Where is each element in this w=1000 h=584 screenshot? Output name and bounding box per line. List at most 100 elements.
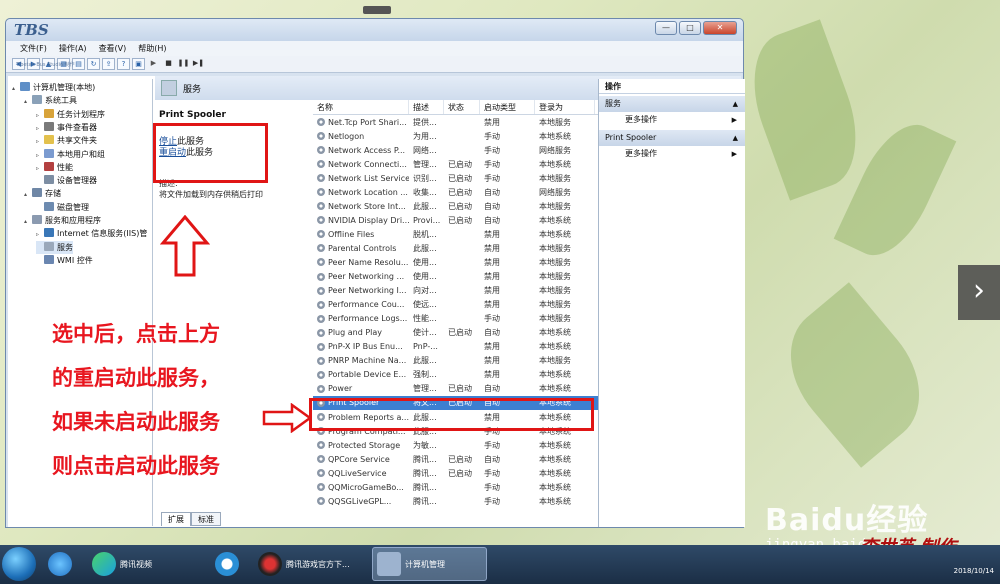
collapse-arrow-icon[interactable]: ▹ bbox=[36, 109, 44, 122]
view-icon[interactable]: ▣ bbox=[132, 58, 145, 70]
tab-standard[interactable]: 标准 bbox=[191, 512, 221, 526]
table-row[interactable]: Protected Storage 为敏... 手动 本地系统 bbox=[313, 438, 600, 452]
tree-item-label: 本地用户和组 bbox=[57, 149, 105, 159]
collapse-arrow-icon[interactable]: ▹ bbox=[36, 149, 44, 162]
table-cell: 已启动 bbox=[448, 468, 472, 478]
table-cell: 本地系统 bbox=[539, 384, 571, 394]
stop-service-icon[interactable]: ■ bbox=[162, 58, 175, 70]
table-row[interactable]: PnP-X IP Bus Enu... PnP-... 禁用 本地系统 bbox=[313, 340, 600, 354]
actions-section-services-label: 服务 bbox=[605, 99, 621, 108]
tree-item[interactable]: ▴ 系统工具 bbox=[24, 94, 77, 107]
tree-item[interactable]: 磁盘管理 bbox=[36, 201, 89, 214]
export-icon[interactable]: ⇪ bbox=[102, 58, 115, 70]
start-button[interactable] bbox=[2, 547, 36, 581]
column-logon-as[interactable]: 登录为 bbox=[535, 100, 595, 114]
table-cell: Peer Name Resolu... bbox=[313, 258, 409, 267]
browser-taskbar-icon[interactable] bbox=[215, 547, 243, 581]
collapse-arrow-icon[interactable]: ▹ bbox=[36, 135, 44, 148]
tree-item[interactable]: ▴ 计算机管理(本地) bbox=[12, 81, 95, 94]
table-cell: 禁用 bbox=[484, 356, 500, 366]
pause-service-icon[interactable]: ❚❚ bbox=[177, 58, 190, 70]
refresh-icon[interactable]: ↻ bbox=[87, 58, 100, 70]
tree-item[interactable]: 设备管理器 bbox=[36, 174, 97, 187]
table-cell: Network Access P... bbox=[313, 146, 409, 155]
table-row[interactable]: QPCore Service 腾讯... 已启动 自动 本地系统 bbox=[313, 452, 600, 466]
table-row[interactable]: Network Connecti... 管理... 已启动 手动 本地系统 bbox=[313, 157, 600, 171]
help-icon[interactable]: ? bbox=[117, 58, 130, 70]
start-service-icon[interactable]: ▶ bbox=[147, 58, 160, 70]
table-row[interactable]: Netlogon 为用... 手动 本地系统 bbox=[313, 129, 600, 143]
tree-item[interactable]: ▹ 本地用户和组 bbox=[36, 148, 105, 161]
table-row[interactable]: Net.Tcp Port Shari... 提供... 禁用 本地服务 bbox=[313, 115, 600, 129]
table-row[interactable]: Network Access P... 网络... 手动 网络服务 bbox=[313, 143, 600, 157]
table-row[interactable]: Performance Logs... 性能... 手动 本地服务 bbox=[313, 312, 600, 326]
table-cell: Net.Tcp Port Shari... bbox=[313, 118, 409, 127]
maximize-button[interactable]: □ bbox=[679, 21, 701, 35]
column-startup-type[interactable]: 启动类型 bbox=[480, 100, 535, 114]
more-actions-label: 更多操作 bbox=[625, 149, 657, 158]
tree-item[interactable]: ▴ 服务和应用程序 bbox=[24, 214, 101, 227]
table-row[interactable]: Plug and Play 使计... 已启动 自动 本地系统 bbox=[313, 326, 600, 340]
table-cell: 手动 bbox=[484, 159, 500, 169]
close-button[interactable]: ✕ bbox=[703, 21, 737, 35]
taskbar-item-computer-management[interactable]: 计算机管理 bbox=[372, 547, 487, 581]
ie-taskbar-icon[interactable] bbox=[48, 547, 76, 581]
tree-item[interactable]: ▹ 性能 bbox=[36, 161, 73, 174]
table-row[interactable]: Parental Controls 此服... 禁用 本地服务 bbox=[313, 241, 600, 255]
restart-service-icon[interactable]: ▶❚ bbox=[192, 58, 205, 70]
table-row[interactable]: Peer Networking ... 使用... 禁用 本地服务 bbox=[313, 270, 600, 284]
table-row[interactable]: Peer Name Resolu... 使用... 禁用 本地服务 bbox=[313, 255, 600, 269]
tree-item[interactable]: ▹ 事件查看器 bbox=[36, 121, 97, 134]
expand-arrow-icon[interactable]: ▴ bbox=[24, 188, 32, 201]
table-row[interactable]: Network Location ... 收集... 已启动 自动 网络服务 bbox=[313, 185, 600, 199]
table-row[interactable]: NVIDIA Display Dri... Provi... 已启动 自动 本地系统 bbox=[313, 213, 600, 227]
taskbar-item-tencent-video[interactable]: 腾讯视频 bbox=[92, 547, 202, 581]
expand-arrow-icon[interactable]: ▴ bbox=[12, 82, 20, 95]
table-row[interactable]: Network List Service 识别... 已启动 手动 本地服务 bbox=[313, 171, 600, 185]
table-row[interactable]: QQSGLiveGPL... 腾讯... 手动 本地系统 bbox=[313, 494, 600, 508]
tree-item[interactable]: WMI 控件 bbox=[36, 254, 93, 267]
actions-section-services[interactable]: 服务 ▲ bbox=[599, 96, 745, 112]
tree-item[interactable]: 服务 bbox=[36, 240, 73, 254]
services-apps-icon bbox=[32, 215, 42, 224]
collapse-arrow-icon[interactable]: ▹ bbox=[36, 122, 44, 135]
menu-file[interactable]: 文件(F) bbox=[20, 43, 47, 54]
table-row[interactable]: QQMicroGameBo... 腾讯... 手动 本地系统 bbox=[313, 480, 600, 494]
table-cell: 已启动 bbox=[448, 454, 472, 464]
collapse-arrow-icon[interactable]: ▹ bbox=[36, 162, 44, 175]
up-arrow-annotation bbox=[160, 215, 210, 277]
column-name[interactable]: 名称 bbox=[313, 100, 409, 114]
actions-section-print-spooler[interactable]: Print Spooler ▲ bbox=[599, 130, 745, 146]
tree-item[interactable]: ▴ 存储 bbox=[24, 187, 61, 200]
menu-view[interactable]: 查看(V) bbox=[99, 43, 127, 54]
tree-item[interactable]: ▹ 共享文件夹 bbox=[36, 134, 97, 147]
next-slide-button[interactable]: › bbox=[958, 265, 1000, 320]
table-cell: PnP-... bbox=[413, 342, 438, 352]
minimize-button[interactable]: — bbox=[655, 21, 677, 35]
menu-help[interactable]: 帮助(H) bbox=[138, 43, 166, 54]
tree-item[interactable]: ▹ 任务计划程序 bbox=[36, 108, 105, 121]
more-actions-services[interactable]: 更多操作 ▶ bbox=[599, 112, 745, 128]
column-description[interactable]: 描述 bbox=[409, 100, 444, 114]
taskbar-item-tencent-games[interactable]: 腾讯游戏官方下... bbox=[258, 547, 368, 581]
collapse-arrow-icon[interactable]: ▹ bbox=[36, 228, 44, 241]
tree-item[interactable]: ▹ Internet 信息服务(IIS)管 bbox=[36, 227, 147, 240]
table-row[interactable]: Network Store Int... 此服... 已启动 自动 本地服务 bbox=[313, 199, 600, 213]
annotation-line-3: 如果未启动此服务 bbox=[52, 410, 220, 434]
table-row[interactable]: Performance Cou... 使远... 禁用 本地服务 bbox=[313, 298, 600, 312]
more-actions-print-spooler[interactable]: 更多操作 ▶ bbox=[599, 146, 745, 162]
services-list: 名称 描述 状态 启动类型 登录为 Net.Tcp Port Shari... 提… bbox=[313, 100, 600, 527]
table-row[interactable]: PNRP Machine Na... 此服... 禁用 本地服务 bbox=[313, 354, 600, 368]
table-cell: 禁用 bbox=[484, 229, 500, 239]
table-row[interactable]: Offline Files 脱机... 禁用 本地系统 bbox=[313, 227, 600, 241]
expand-arrow-icon[interactable]: ▴ bbox=[24, 95, 32, 108]
menu-action[interactable]: 操作(A) bbox=[59, 43, 87, 54]
table-row[interactable]: Power 管理... 已启动 自动 本地系统 bbox=[313, 382, 600, 396]
expand-arrow-icon[interactable]: ▴ bbox=[24, 215, 32, 228]
tab-extended[interactable]: 扩展 bbox=[161, 512, 191, 526]
table-row[interactable]: QQLiveService 腾讯... 已启动 手动 本地系统 bbox=[313, 466, 600, 480]
column-status[interactable]: 状态 bbox=[444, 100, 480, 114]
table-row[interactable]: Peer Networking I... 向对... 禁用 本地服务 bbox=[313, 284, 600, 298]
table-row[interactable]: Portable Device E... 强制... 禁用 本地系统 bbox=[313, 368, 600, 382]
title-bar[interactable]: TBS — □ ✕ bbox=[6, 19, 743, 41]
